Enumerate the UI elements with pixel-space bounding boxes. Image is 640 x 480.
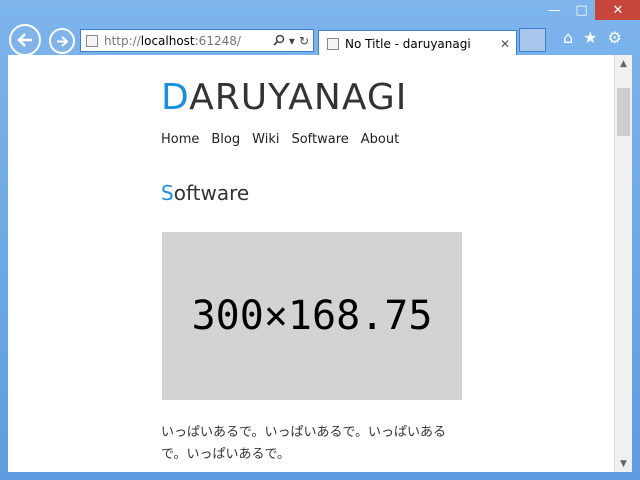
back-arrow-icon: [17, 33, 32, 47]
page-heading: Software: [161, 181, 249, 205]
address-tools: ▾ ↻: [273, 34, 309, 48]
url-host: localhost: [140, 33, 195, 48]
back-button[interactable]: [9, 24, 41, 56]
scroll-down-arrow-icon[interactable]: ▼: [615, 455, 632, 472]
address-bar[interactable]: http:// localhost :61248/ ▾ ↻: [80, 29, 314, 52]
url-port: :61248/: [194, 33, 241, 48]
nav-link-wiki[interactable]: Wiki: [252, 132, 279, 147]
forward-button[interactable]: [49, 28, 75, 54]
site-title-rest: ARUYANAGI: [189, 77, 408, 118]
site-nav: Home Blog Wiki Software About: [161, 132, 399, 147]
settings-gear-icon[interactable]: ⚙: [608, 28, 622, 47]
vertical-scrollbar[interactable]: ▲ ▼: [614, 55, 632, 472]
page-heading-rest: oftware: [173, 181, 250, 205]
image-placeholder: 300×168.75: [162, 232, 462, 400]
browser-window: — □ ✕ http:// localhost :61248/ ▾ ↻ No T…: [0, 0, 640, 480]
site-title[interactable]: DARUYANAGI: [161, 77, 407, 118]
close-window-button[interactable]: ✕: [595, 0, 640, 20]
maximize-button[interactable]: □: [568, 0, 595, 20]
refresh-icon[interactable]: ↻: [299, 34, 309, 48]
forward-arrow-icon: [57, 35, 68, 47]
page-favicon-icon: [86, 34, 98, 47]
nav-link-blog[interactable]: Blog: [211, 132, 240, 147]
page-viewport: DARUYANAGI Home Blog Wiki Software About…: [8, 55, 614, 472]
minimize-button[interactable]: —: [541, 0, 568, 20]
navigation-bar: http:// localhost :61248/ ▾ ↻ No Title -…: [0, 24, 640, 56]
favorites-star-icon[interactable]: ★: [583, 28, 597, 47]
body-paragraph: いっぱいあるで。いっぱいあるで。いっぱいあるで。いっぱいあるで。: [161, 425, 446, 462]
url-protocol: http://: [104, 33, 141, 48]
page-heading-initial: S: [161, 181, 174, 205]
window-controls: — □ ✕: [541, 0, 640, 22]
tab-active[interactable]: No Title - daruyanagi ✕: [318, 30, 517, 56]
new-tab-button[interactable]: [519, 28, 546, 52]
nav-link-software[interactable]: Software: [291, 132, 348, 147]
tab-close-icon[interactable]: ✕: [500, 37, 510, 51]
home-icon[interactable]: ⌂: [563, 28, 573, 47]
scrollbar-thumb[interactable]: [617, 88, 630, 136]
search-icon[interactable]: [273, 34, 285, 46]
tab-favicon-icon: [327, 37, 339, 50]
address-dropdown-icon[interactable]: ▾: [289, 34, 295, 48]
nav-link-about[interactable]: About: [361, 132, 399, 147]
tab-title: No Title - daruyanagi: [345, 36, 471, 51]
scroll-up-arrow-icon[interactable]: ▲: [615, 55, 632, 72]
nav-link-home[interactable]: Home: [161, 132, 199, 147]
site-title-initial: D: [161, 77, 190, 118]
toolbar-icons: ⌂ ★ ⚙: [563, 28, 622, 47]
